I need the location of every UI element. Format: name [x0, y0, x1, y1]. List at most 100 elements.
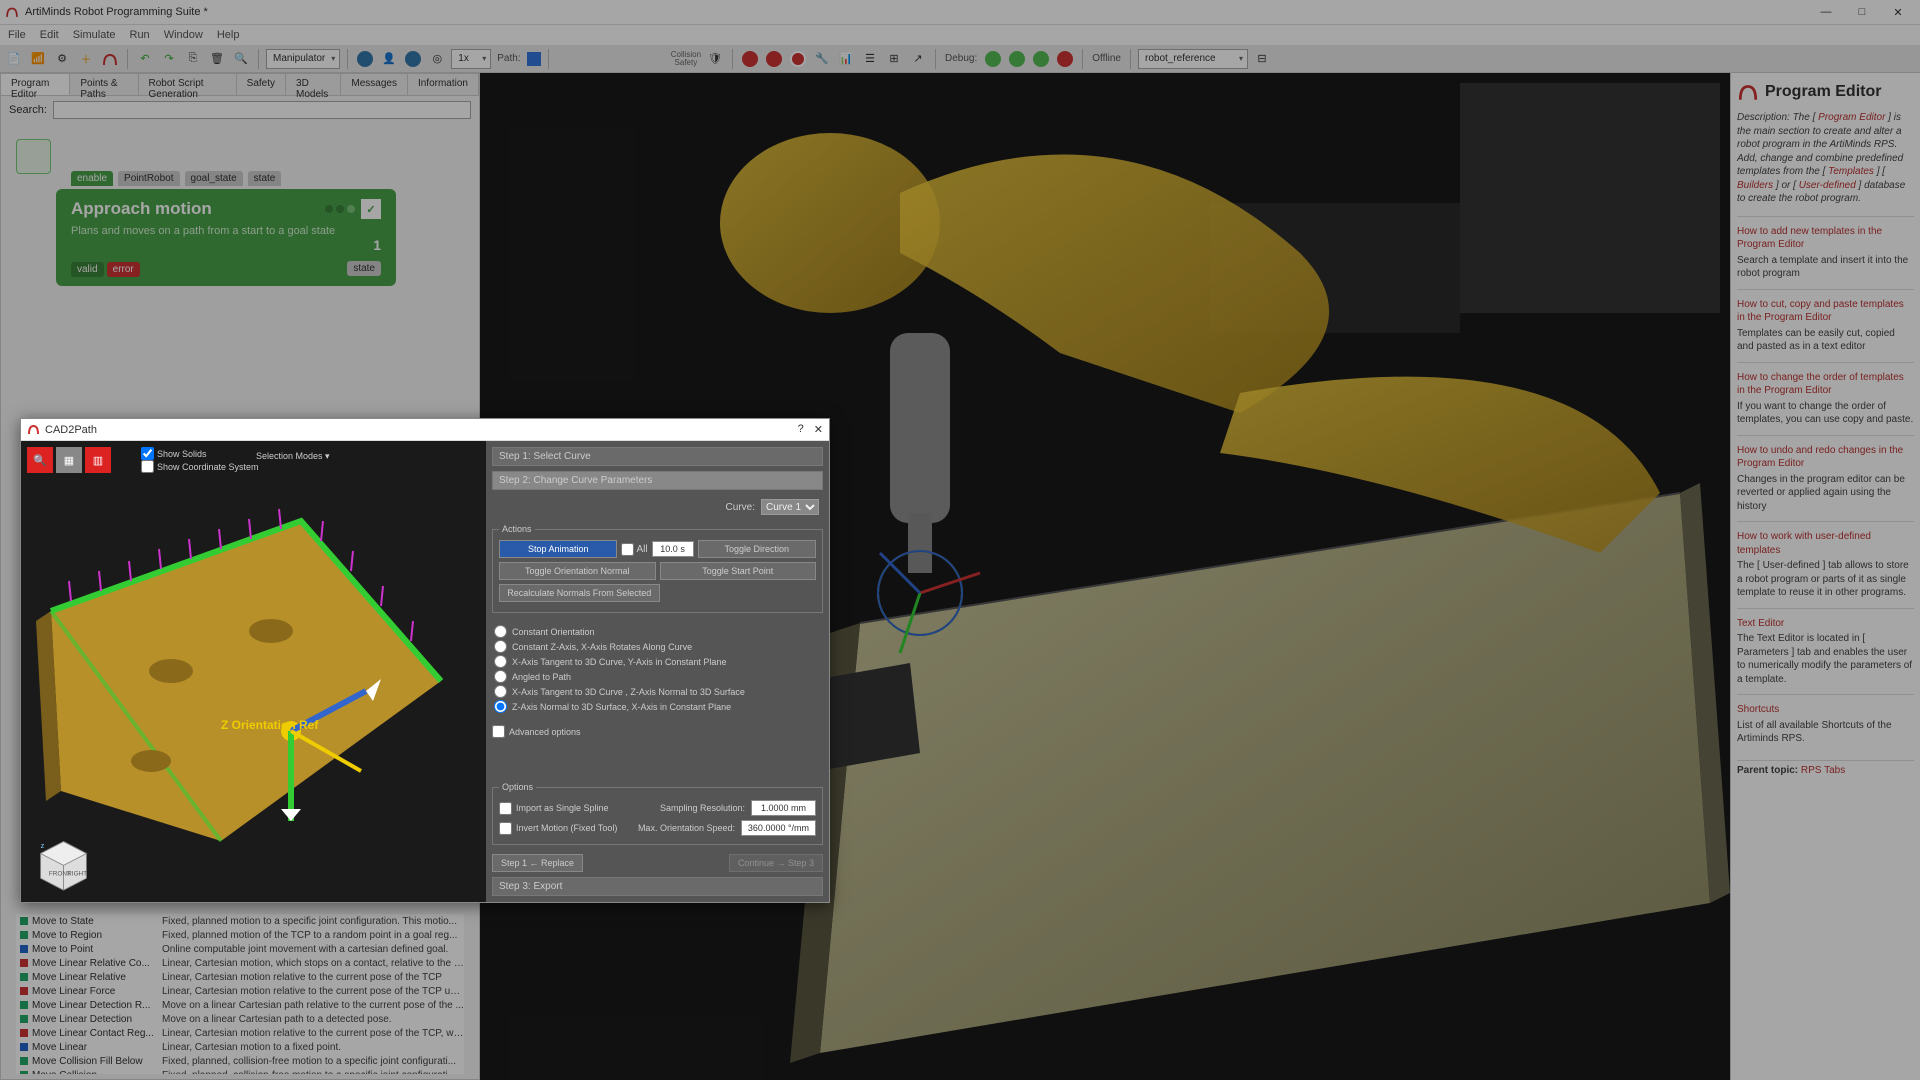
template-row[interactable]: Move Linear RelativeLinear, Cartesian mo… [16, 970, 464, 984]
help-card[interactable]: How to add new templates in the Program … [1737, 216, 1914, 289]
tab-points-paths[interactable]: Points & Paths [70, 74, 138, 95]
invert-motion-checkbox[interactable]: Invert Motion (Fixed Tool) [499, 822, 617, 835]
tab-3d-models[interactable]: 3D Models [286, 74, 341, 95]
tab-robot-script[interactable]: Robot Script Generation [139, 74, 237, 95]
maximize-button[interactable]: □ [1845, 2, 1879, 22]
robot-reference-dropdown[interactable]: robot_reference [1138, 49, 1248, 69]
globe-icon[interactable] [403, 49, 423, 69]
help-card[interactable]: ShortcutsList of all available Shortcuts… [1737, 694, 1914, 754]
toggle-orientation-button[interactable]: Toggle Orientation Normal [499, 562, 656, 580]
step3-header[interactable]: Step 3: Export [492, 877, 823, 896]
logo-icon[interactable] [100, 49, 120, 69]
redo-icon[interactable]: ↷ [159, 49, 179, 69]
recalculate-normals-button[interactable]: Recalculate Normals From Selected [499, 584, 660, 602]
approach-motion-block[interactable]: enable PointRobot goal_state state Appro… [56, 189, 396, 286]
undo-icon[interactable]: ↶ [135, 49, 155, 69]
parent-topic-link[interactable]: RPS Tabs [1801, 765, 1845, 776]
cad-tool-2[interactable]: ▦ [56, 447, 82, 473]
tab-safety[interactable]: Safety [237, 74, 286, 95]
block-tab-state[interactable]: state [248, 171, 282, 186]
close-button[interactable]: ✕ [1881, 2, 1915, 22]
rec2-icon[interactable] [764, 49, 784, 69]
advanced-options-checkbox[interactable]: Advanced options [492, 725, 823, 738]
template-row[interactable]: Move Linear DetectionMove on a linear Ca… [16, 1012, 464, 1026]
stop-animation-button[interactable]: Stop Animation [499, 540, 617, 558]
show-solids-checkbox[interactable]: Show Solids [141, 447, 259, 460]
step1-header[interactable]: Step 1: Select Curve [492, 447, 823, 466]
cad-tool-3[interactable]: ▥ [85, 447, 111, 473]
orientation-radio[interactable]: Constant Z-Axis, X-Axis Rotates Along Cu… [494, 639, 821, 654]
plus-icon[interactable]: ＋ [76, 49, 96, 69]
zoom-dropdown[interactable]: 1x [451, 49, 491, 69]
duration-input[interactable] [652, 541, 694, 557]
search-icon[interactable]: 🔍 [231, 49, 251, 69]
template-row[interactable]: Move Linear ForceLinear, Cartesian motio… [16, 984, 464, 998]
show-cs-checkbox[interactable]: Show Coordinate System [141, 460, 259, 473]
help-card[interactable]: How to cut, copy and paste templates in … [1737, 289, 1914, 362]
shield-icon[interactable]: 🛡 [705, 49, 725, 69]
menu-window[interactable]: Window [164, 29, 203, 41]
dialog-help-button[interactable]: ? [798, 423, 804, 436]
template-row[interactable]: Move to RegionFixed, planned motion of t… [16, 928, 464, 942]
step-icon[interactable] [1007, 49, 1027, 69]
orientation-radio[interactable]: X-Axis Tangent to 3D Curve , Z-Axis Norm… [494, 684, 821, 699]
block-tab-enable[interactable]: enable [71, 171, 113, 186]
help-card[interactable]: How to change the order of templates in … [1737, 362, 1914, 435]
selection-modes-dropdown[interactable]: Selection Modes ▾ [256, 451, 330, 462]
orientation-radio[interactable]: Z-Axis Normal to 3D Surface, X-Axis in C… [494, 699, 821, 714]
gear-icon[interactable]: ⚙ [52, 49, 72, 69]
block-tab-goalstate[interactable]: goal_state [185, 171, 243, 186]
step2-header[interactable]: Step 2: Change Curve Parameters [492, 471, 823, 490]
step-back-button[interactable]: Step 1 ← Replace [492, 854, 583, 872]
sampling-res-input[interactable] [751, 800, 816, 816]
dialog-close-button[interactable]: ✕ [814, 423, 823, 436]
menu-help[interactable]: Help [217, 29, 240, 41]
menu-simulate[interactable]: Simulate [73, 29, 116, 41]
pause-icon[interactable] [1031, 49, 1051, 69]
cad2path-3d-view[interactable]: 🔍 ▦ ▥ Show Solids Show Coordinate System… [21, 441, 486, 902]
target-icon[interactable]: ◎ [427, 49, 447, 69]
orient-speed-input[interactable] [741, 820, 816, 836]
trash-icon[interactable]: 🗑 [207, 49, 227, 69]
import-spline-checkbox[interactable]: Import as Single Spline [499, 802, 609, 815]
view-cube[interactable]: FRONT RIGHT z [36, 837, 91, 892]
rec-icon[interactable] [740, 49, 760, 69]
menu-file[interactable]: File [8, 29, 26, 41]
tool1-icon[interactable] [788, 49, 808, 69]
template-row[interactable]: Move to PointOnline computable joint mov… [16, 942, 464, 956]
collision-safety-label[interactable]: Collision Safety [671, 51, 701, 67]
block-check-icon[interactable]: ✓ [361, 199, 381, 219]
copy-icon[interactable]: ⎘ [183, 49, 203, 69]
minimize-button[interactable]: — [1809, 2, 1843, 22]
tool2-icon[interactable]: 🔧 [812, 49, 832, 69]
manipulator-dropdown[interactable]: Manipulator [266, 49, 340, 69]
help-card[interactable]: How to undo and redo changes in the Prog… [1737, 435, 1914, 522]
curve-select[interactable]: Curve 1 [761, 499, 819, 515]
cad-tool-select[interactable]: 🔍 [27, 447, 53, 473]
program-root-node[interactable] [16, 139, 51, 174]
block-tab-pointrobot[interactable]: PointRobot [118, 171, 179, 186]
action2-icon[interactable]: 👤 [379, 49, 399, 69]
template-row[interactable]: Move CollisionFixed, planned, collision-… [16, 1068, 464, 1074]
tab-information[interactable]: Information [408, 74, 479, 95]
tool3-icon[interactable]: 📊 [836, 49, 856, 69]
toggle-direction-button[interactable]: Toggle Direction [698, 540, 816, 558]
help-card[interactable]: How to work with user-defined templatesT… [1737, 521, 1914, 608]
orientation-radio[interactable]: X-Axis Tangent to 3D Curve, Y-Axis in Co… [494, 654, 821, 669]
template-row[interactable]: Move LinearLinear, Cartesian motion to a… [16, 1040, 464, 1054]
menu-edit[interactable]: Edit [40, 29, 59, 41]
path-swatch[interactable] [527, 52, 541, 66]
play-icon[interactable] [983, 49, 1003, 69]
tool4-icon[interactable]: ☰ [860, 49, 880, 69]
wifi-icon[interactable]: 📶 [28, 49, 48, 69]
search-input[interactable] [53, 101, 471, 119]
menu-run[interactable]: Run [130, 29, 150, 41]
template-row[interactable]: Move Collision Fill BelowFixed, planned,… [16, 1054, 464, 1068]
all-checkbox[interactable]: All [621, 543, 647, 556]
template-row[interactable]: Move Linear Relative Co...Linear, Cartes… [16, 956, 464, 970]
template-row[interactable]: Move Linear Contact Reg...Linear, Cartes… [16, 1026, 464, 1040]
toggle-startpoint-button[interactable]: Toggle Start Point [660, 562, 817, 580]
tab-messages[interactable]: Messages [341, 74, 408, 95]
tool5-icon[interactable]: ⊞ [884, 49, 904, 69]
template-row[interactable]: Move to StateFixed, planned motion to a … [16, 914, 464, 928]
